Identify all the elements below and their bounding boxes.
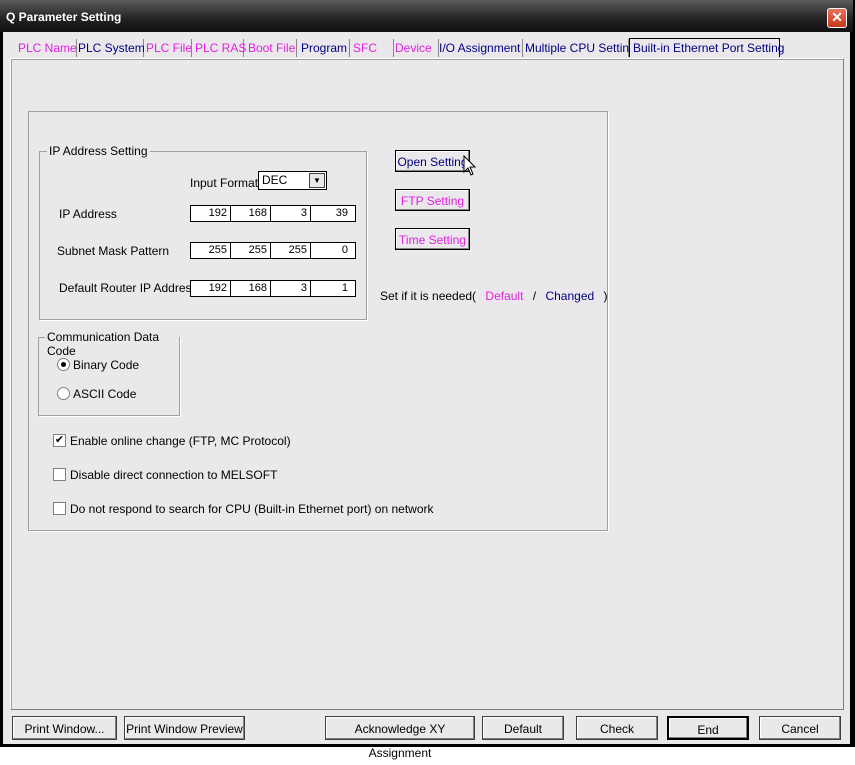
legend-default: Default [485,289,524,303]
ip-address-label: IP Address [59,207,117,221]
tab-program[interactable]: Program [298,39,350,57]
end-button[interactable]: End [667,716,749,740]
cancel-button[interactable]: Cancel [759,716,841,740]
subnet-octet-2[interactable]: 255 [231,243,271,258]
disable-direct-connection-checkbox[interactable] [53,468,66,481]
tab-plc-file[interactable]: PLC File [143,39,192,57]
set-if-needed-legend: Set if it is needed( Default / Changed ) [380,289,608,303]
open-setting-button[interactable]: Open Setting [395,150,470,172]
tab-boot-file[interactable]: Boot File [245,39,297,57]
subnet-mask-label: Subnet Mask Pattern [57,244,170,258]
default-button[interactable]: Default [482,716,564,740]
subnet-mask-input[interactable]: 255 255 255 0 [190,242,356,259]
no-search-response-label[interactable]: Do not respond to search for CPU (Built-… [70,502,434,516]
mouse-cursor-icon [463,155,477,176]
print-window-button[interactable]: Print Window... [12,716,117,740]
window-title: Q Parameter Setting [6,10,122,24]
subnet-octet-1[interactable]: 255 [191,243,231,258]
close-button[interactable]: ✕ [827,8,847,28]
tab-builtin-ethernet-port-setting[interactable]: Built-in Ethernet Port Setting [629,38,784,57]
ip-address-input[interactable]: 192 168 3 39 [190,205,356,222]
ascii-code-radio[interactable] [57,387,70,400]
check-button[interactable]: Check [576,716,658,740]
ip-octet-4[interactable]: 39 [311,206,351,221]
acknowledge-xy-assignment-button[interactable]: Acknowledge XY Assignment [325,716,475,760]
dialog-client-area: PLC Name PLC System PLC File PLC RAS Boo… [3,32,850,760]
tab-content-panel: IP Address Setting Input Format DEC ▼ IP… [10,58,844,710]
print-window-preview-button[interactable]: Print Window Preview [124,716,245,740]
ip-octet-3[interactable]: 3 [271,206,311,221]
tab-io-assignment[interactable]: I/O Assignment [436,39,523,57]
tab-multiple-cpu-setting[interactable]: Multiple CPU Setting [522,39,636,57]
no-search-response-checkbox[interactable] [53,502,66,515]
disable-direct-connection-label[interactable]: Disable direct connection to MELSOFT [70,468,277,482]
legend-changed: Changed [545,289,595,303]
router-octet-1[interactable]: 192 [191,281,231,296]
title-bar[interactable]: Q Parameter Setting ✕ [0,0,853,32]
input-format-label: Input Format [190,176,259,190]
binary-code-radio[interactable] [57,358,70,371]
subnet-octet-3[interactable]: 255 [271,243,311,258]
set-if-needed-prefix: Set if it is needed( [380,289,477,303]
input-format-value: DEC [262,173,288,187]
ip-octet-2[interactable]: 168 [231,206,271,221]
input-format-dropdown[interactable]: DEC ▼ [258,171,327,190]
router-octet-3[interactable]: 3 [271,281,311,296]
tab-plc-system[interactable]: PLC System [75,39,145,57]
tab-plc-name[interactable]: PLC Name [15,39,77,57]
tab-plc-ras[interactable]: PLC RAS [192,39,246,57]
tab-sfc[interactable]: SFC [350,39,394,57]
communication-data-code-title: Communication Data Code [45,330,179,358]
ascii-code-label[interactable]: ASCII Code [73,387,136,401]
router-octet-2[interactable]: 168 [231,281,271,296]
ftp-setting-button[interactable]: FTP Setting [395,189,470,211]
ip-address-setting-title: IP Address Setting [47,144,150,158]
router-octet-4[interactable]: 1 [311,281,351,296]
default-router-label: Default Router IP Address [59,281,198,295]
communication-data-code-group: Communication Data Code Binary Code ASCI… [38,330,180,416]
parameter-window: Q Parameter Setting ✕ PLC Name PLC Syste… [0,0,855,760]
enable-online-change-checkbox[interactable]: ✔ [53,434,66,447]
ip-address-setting-group: IP Address Setting Input Format DEC ▼ IP… [39,144,367,320]
chevron-down-icon[interactable]: ▼ [309,173,325,188]
set-if-needed-suffix: ) [603,289,608,303]
default-router-input[interactable]: 192 168 3 1 [190,280,356,297]
time-setting-button[interactable]: Time Setting [395,228,470,250]
binary-code-label[interactable]: Binary Code [73,358,139,372]
enable-online-change-label[interactable]: Enable online change (FTP, MC Protocol) [70,434,291,448]
tab-device[interactable]: Device [392,39,439,57]
ip-octet-1[interactable]: 192 [191,206,231,221]
subnet-octet-4[interactable]: 0 [311,243,351,258]
legend-slash: / [532,289,537,303]
